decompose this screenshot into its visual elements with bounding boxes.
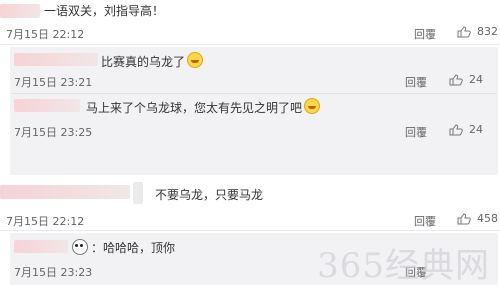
reply-text: 比赛真的乌龙了	[101, 52, 204, 70]
thumb-up-icon	[449, 73, 463, 85]
comment-text: 一语双关，刘指导高！	[44, 4, 165, 18]
thumb-up-icon	[449, 123, 463, 135]
like-count: 24	[469, 73, 483, 86]
divider	[0, 230, 500, 231]
comment-text: 不要乌龙，只要马龙	[155, 188, 264, 202]
reply-time: 7月15日 23:21	[14, 76, 93, 89]
reply-time: 7月15日 23:25	[14, 126, 93, 139]
divider	[12, 93, 496, 94]
panda-emoji-icon	[72, 239, 88, 255]
reply-text-content: 比赛真的乌龙了	[101, 55, 186, 69]
like-button[interactable]: 832	[457, 25, 498, 38]
reply-button[interactable]: 回覆	[414, 213, 436, 229]
username-blurred	[14, 53, 98, 66]
reply-time: 7月15日 23:23	[14, 266, 93, 279]
comment-time: 7月15日 22:12	[6, 215, 85, 228]
like-button[interactable]: 24	[449, 73, 483, 86]
laughing-emoji-icon	[304, 98, 321, 114]
username-blurred	[0, 4, 40, 18]
reply-button[interactable]: 回覆	[405, 124, 427, 140]
avatar-blurred	[133, 182, 143, 204]
reply-text-content: 马上来了个乌龙球，您太有先见之明了吧	[86, 101, 303, 115]
username-blurred	[14, 240, 68, 253]
reply-text-content: ：哈哈哈，顶你	[91, 241, 176, 255]
thumb-up-icon	[457, 212, 471, 224]
like-count: 458	[477, 212, 498, 225]
like-button[interactable]: 458	[457, 212, 498, 225]
like-button[interactable]: 24	[449, 123, 483, 136]
username-blurred	[14, 99, 80, 112]
laughing-emoji-icon	[187, 52, 204, 68]
reply-text: 马上来了个乌龙球，您太有先见之明了吧	[86, 98, 321, 116]
thumb-up-icon	[457, 25, 471, 37]
site-watermark: 365经典网	[317, 246, 490, 286]
username-blurred	[0, 185, 130, 199]
reply-text: ：哈哈哈，顶你	[72, 239, 175, 256]
reply-button[interactable]: 回覆	[405, 74, 427, 90]
comment-time: 7月15日 22:12	[6, 28, 85, 41]
like-count: 832	[477, 25, 498, 38]
reply-button[interactable]: 回覆	[414, 26, 436, 42]
divider	[0, 44, 500, 45]
like-count: 24	[469, 123, 483, 136]
